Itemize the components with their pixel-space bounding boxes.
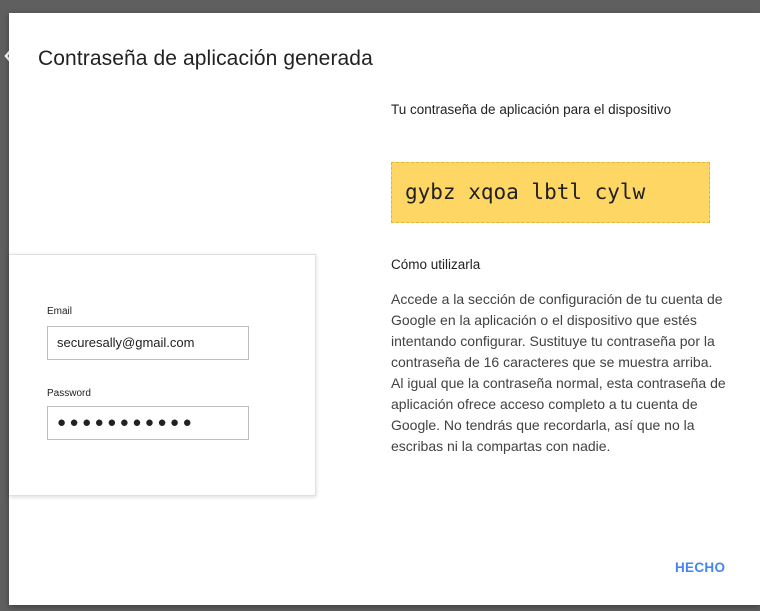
instructions-paragraph-2: Al igual que la contraseña normal, esta … bbox=[391, 375, 726, 454]
instructions-text: Accede a la sección de configuración de … bbox=[391, 289, 731, 457]
app-password-dialog: Contraseña de aplicación generada Email … bbox=[9, 13, 760, 605]
email-label: Email bbox=[47, 306, 73, 317]
password-label: Password bbox=[47, 388, 91, 399]
app-password-box[interactable]: gybz xqoa lbtl cylw bbox=[391, 162, 710, 223]
email-field: securesally@gmail.com bbox=[47, 326, 249, 360]
password-field: ●●●●●●●●●●● bbox=[47, 406, 249, 440]
done-button[interactable]: HECHO bbox=[675, 560, 725, 575]
login-illustration-card: Email securesally@gmail.com Password ●●●… bbox=[9, 254, 316, 496]
device-password-heading: Tu contraseña de aplicación para el disp… bbox=[391, 102, 672, 117]
dialog-title: Contraseña de aplicación generada bbox=[38, 47, 373, 70]
instructions-paragraph-1: Accede a la sección de configuración de … bbox=[391, 291, 723, 370]
howto-heading: Cómo utilizarla bbox=[391, 257, 481, 272]
instructions-column: Tu contraseña de aplicación para el disp… bbox=[391, 99, 736, 454]
